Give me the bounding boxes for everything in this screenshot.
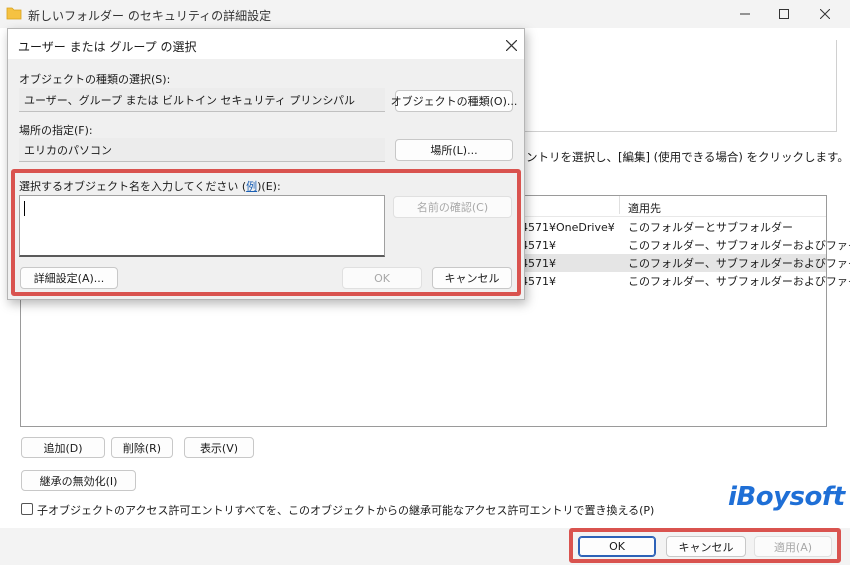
row-path: 4571¥ [521,238,556,252]
instruction-text: ントリを選択し、[編集] (使用できる場合) をクリックします。 [526,150,849,164]
disable-inheritance-button[interactable]: 継承の無効化(I) [21,470,136,491]
row-path: 4571¥OneDrive¥ [521,220,615,234]
object-types-button[interactable]: オブジェクトの種類(O)... [391,90,517,112]
highlight-box-bottom-buttons [569,528,841,563]
column-header-applies-to[interactable]: 適用先 [628,200,661,216]
watermark-logo: iBoysoft [728,482,845,512]
dialog-title: ユーザー または グループ の選択 [18,40,197,54]
column-divider [619,196,620,214]
folder-icon [6,6,22,20]
view-button[interactable]: 表示(V) [184,437,254,458]
row-path: 4571¥ [521,256,556,270]
highlight-box-dialog-section [11,169,521,296]
location-label: 場所の指定(F): [19,124,93,137]
replace-child-permissions-label[interactable]: 子オブジェクトのアクセス許可エントリすべてを、このオブジェクトからの継承可能なア… [37,502,654,518]
object-type-label: オブジェクトの種類の選択(S): [19,73,171,86]
add-button[interactable]: 追加(D) [21,437,105,458]
minimize-icon[interactable] [730,4,760,24]
top-panel [525,40,837,132]
location-value: エリカのパソコン [19,138,385,162]
row-applies-to: このフォルダー、サブフォルダーおよびファイル [628,239,850,252]
row-applies-to: このフォルダー、サブフォルダーおよびファイル [628,275,850,288]
row-applies-to: このフォルダー、サブフォルダーおよびファイル [628,257,850,270]
object-type-value: ユーザー、グループ または ビルトイン セキュリティ プリンシパル [19,88,385,112]
close-icon[interactable] [810,4,840,24]
dialog-close-icon[interactable] [500,35,522,55]
replace-child-permissions-checkbox[interactable] [21,503,33,515]
row-applies-to: このフォルダーとサブフォルダー [628,221,793,234]
row-path: 4571¥ [521,274,556,288]
remove-button[interactable]: 削除(R) [111,437,173,458]
locations-button[interactable]: 場所(L)... [395,139,513,161]
maximize-icon[interactable] [769,4,799,24]
window-title: 新しいフォルダー のセキュリティの詳細設定 [28,9,272,23]
